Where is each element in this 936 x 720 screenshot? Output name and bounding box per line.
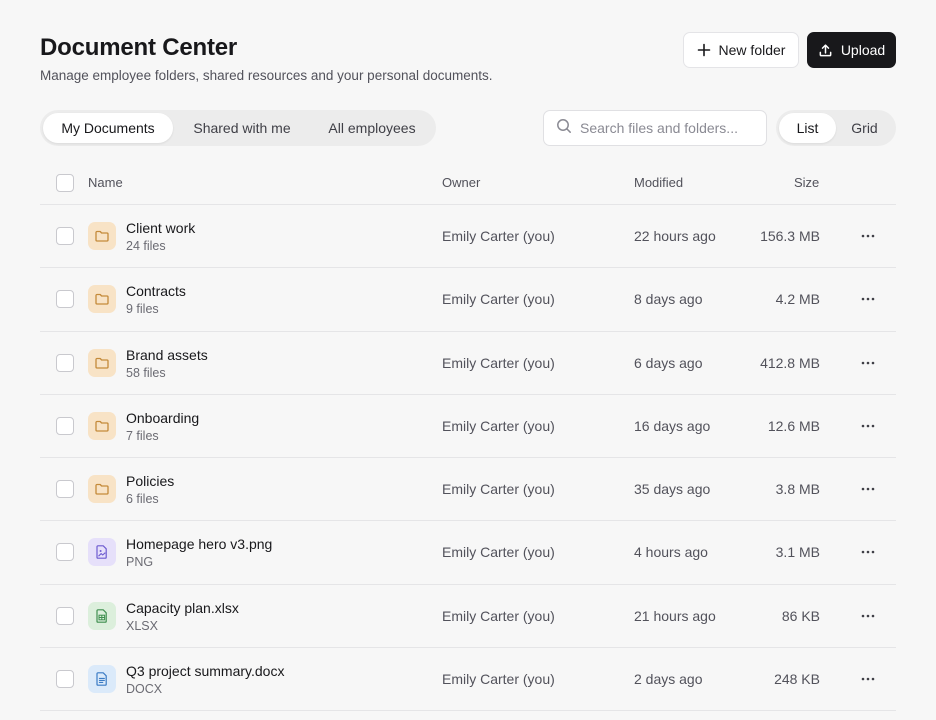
file-size: 156.3 MB bbox=[760, 228, 820, 244]
table-row[interactable]: Capacity plan.xlsx XLSX Emily Carter (yo… bbox=[40, 585, 896, 649]
file-owner: Emily Carter (you) bbox=[442, 417, 555, 434]
file-size: 3.1 MB bbox=[775, 544, 820, 561]
folder-icon bbox=[88, 222, 116, 250]
spreadsheet-file-icon bbox=[88, 601, 116, 630]
file-modified: 6 days ago bbox=[634, 354, 703, 371]
file-owner: Emily Carter (you) bbox=[442, 607, 555, 624]
file-owner: Emily Carter (you) bbox=[442, 671, 555, 688]
file-size: 3.8 MB bbox=[775, 481, 820, 498]
file-owner: Emily Carter (you) bbox=[442, 354, 555, 371]
file-size: 12.6 MB bbox=[767, 417, 820, 434]
search-icon bbox=[556, 118, 572, 139]
file-name[interactable]: Onboarding bbox=[126, 410, 199, 426]
file-name[interactable]: Contracts bbox=[126, 283, 186, 299]
upload-label: Upload bbox=[840, 42, 886, 58]
file-owner: Emily Carter (you) bbox=[442, 481, 555, 498]
search-box bbox=[543, 110, 767, 146]
file-meta: 9 files bbox=[126, 302, 159, 317]
file-modified: 16 days ago bbox=[634, 417, 711, 434]
column-header-owner[interactable]: Owner bbox=[442, 175, 480, 190]
page-subtitle: Manage employee folders, shared resource… bbox=[40, 68, 493, 83]
table-row[interactable]: Policies 6 files Emily Carter (you) 35 d… bbox=[40, 458, 896, 522]
table-header: Name Owner Modified Size bbox=[40, 161, 896, 205]
file-modified: 21 hours ago bbox=[634, 607, 716, 624]
file-size: 86 KB bbox=[781, 607, 820, 624]
file-meta: XLSX bbox=[126, 618, 158, 633]
row-checkbox[interactable] bbox=[56, 543, 74, 562]
row-checkbox[interactable] bbox=[56, 670, 74, 689]
row-checkbox[interactable] bbox=[56, 606, 74, 625]
file-meta: 24 files bbox=[126, 239, 166, 253]
document-file-icon bbox=[88, 665, 116, 694]
row-checkbox[interactable] bbox=[56, 353, 74, 372]
more-options-icon[interactable] bbox=[856, 354, 880, 372]
tab-my-documents[interactable]: My Documents bbox=[43, 113, 173, 143]
file-modified: 2 days ago bbox=[634, 671, 703, 688]
file-size: 248 KB bbox=[774, 671, 820, 688]
file-owner: Emily Carter (you) bbox=[442, 291, 555, 308]
file-size: 412.8 MB bbox=[760, 354, 820, 371]
upload-icon bbox=[818, 43, 833, 58]
file-owner: Emily Carter (you) bbox=[442, 228, 555, 244]
file-modified: 35 days ago bbox=[634, 481, 711, 498]
more-options-icon[interactable] bbox=[856, 607, 880, 625]
document-center-page: Document Center Manage employee folders,… bbox=[40, 0, 896, 720]
view-toggle: List Grid bbox=[776, 110, 896, 146]
plus-icon bbox=[697, 43, 711, 57]
file-meta: 6 files bbox=[126, 492, 159, 507]
file-name[interactable]: Homepage hero v3.png bbox=[126, 536, 272, 552]
column-header-name[interactable]: Name bbox=[88, 175, 123, 190]
file-meta: PNG bbox=[126, 555, 154, 570]
documents-table: Name Owner Modified Size Client work 24 … bbox=[40, 161, 896, 712]
page-header: Document Center Manage employee folders,… bbox=[40, 32, 896, 92]
file-meta: 7 files bbox=[126, 428, 159, 443]
file-modified: 22 hours ago bbox=[634, 228, 716, 244]
row-checkbox[interactable] bbox=[56, 227, 74, 245]
more-options-icon[interactable] bbox=[856, 480, 880, 498]
file-modified: 4 hours ago bbox=[634, 544, 708, 561]
row-checkbox[interactable] bbox=[56, 290, 74, 309]
file-name[interactable]: Client work bbox=[126, 220, 195, 236]
file-name[interactable]: Brand assets bbox=[126, 347, 208, 363]
table-row[interactable]: Onboarding 7 files Emily Carter (you) 16… bbox=[40, 395, 896, 459]
select-all-checkbox[interactable] bbox=[56, 174, 74, 192]
row-checkbox[interactable] bbox=[56, 480, 74, 499]
file-size: 4.2 MB bbox=[775, 291, 820, 308]
folder-icon bbox=[88, 411, 116, 440]
more-options-icon[interactable] bbox=[856, 543, 880, 561]
new-folder-button[interactable]: New folder bbox=[683, 32, 799, 68]
folder-icon bbox=[88, 475, 116, 504]
table-row[interactable]: Homepage hero v3.png PNG Emily Carter (y… bbox=[40, 521, 896, 585]
table-row[interactable]: Contracts 9 files Emily Carter (you) 8 d… bbox=[40, 268, 896, 332]
column-header-size[interactable]: Size bbox=[794, 175, 819, 190]
table-row[interactable]: Q3 project summary.docx DOCX Emily Carte… bbox=[40, 648, 896, 712]
list-view-button[interactable]: List bbox=[779, 113, 836, 143]
new-folder-label: New folder bbox=[718, 42, 786, 58]
row-checkbox[interactable] bbox=[56, 416, 74, 435]
search-input[interactable] bbox=[580, 120, 750, 136]
grid-view-button[interactable]: Grid bbox=[836, 113, 893, 143]
document-scope-tabs: My Documents Shared with me All employee… bbox=[40, 110, 436, 146]
more-options-icon[interactable] bbox=[856, 417, 880, 435]
file-meta: 58 files bbox=[126, 365, 166, 380]
folder-icon bbox=[88, 348, 116, 377]
image-file-icon bbox=[88, 538, 116, 567]
column-header-modified[interactable]: Modified bbox=[634, 175, 683, 190]
table-row[interactable]: Brand assets 58 files Emily Carter (you)… bbox=[40, 332, 896, 395]
table-row[interactable]: Client work 24 files Emily Carter (you) … bbox=[40, 205, 896, 269]
more-options-icon[interactable] bbox=[856, 290, 880, 308]
file-name[interactable]: Q3 project summary.docx bbox=[126, 663, 284, 679]
upload-button[interactable]: Upload bbox=[807, 32, 896, 68]
more-options-icon[interactable] bbox=[856, 670, 880, 688]
file-name[interactable]: Capacity plan.xlsx bbox=[126, 600, 239, 616]
tab-all-employees[interactable]: All employees bbox=[311, 113, 433, 143]
file-modified: 8 days ago bbox=[634, 291, 703, 308]
folder-icon bbox=[88, 285, 116, 314]
page-title: Document Center bbox=[40, 34, 238, 61]
more-options-icon[interactable] bbox=[856, 227, 880, 245]
file-owner: Emily Carter (you) bbox=[442, 544, 555, 561]
file-meta: DOCX bbox=[126, 682, 163, 697]
file-name[interactable]: Policies bbox=[126, 473, 174, 489]
tab-shared-with-me[interactable]: Shared with me bbox=[173, 113, 311, 143]
